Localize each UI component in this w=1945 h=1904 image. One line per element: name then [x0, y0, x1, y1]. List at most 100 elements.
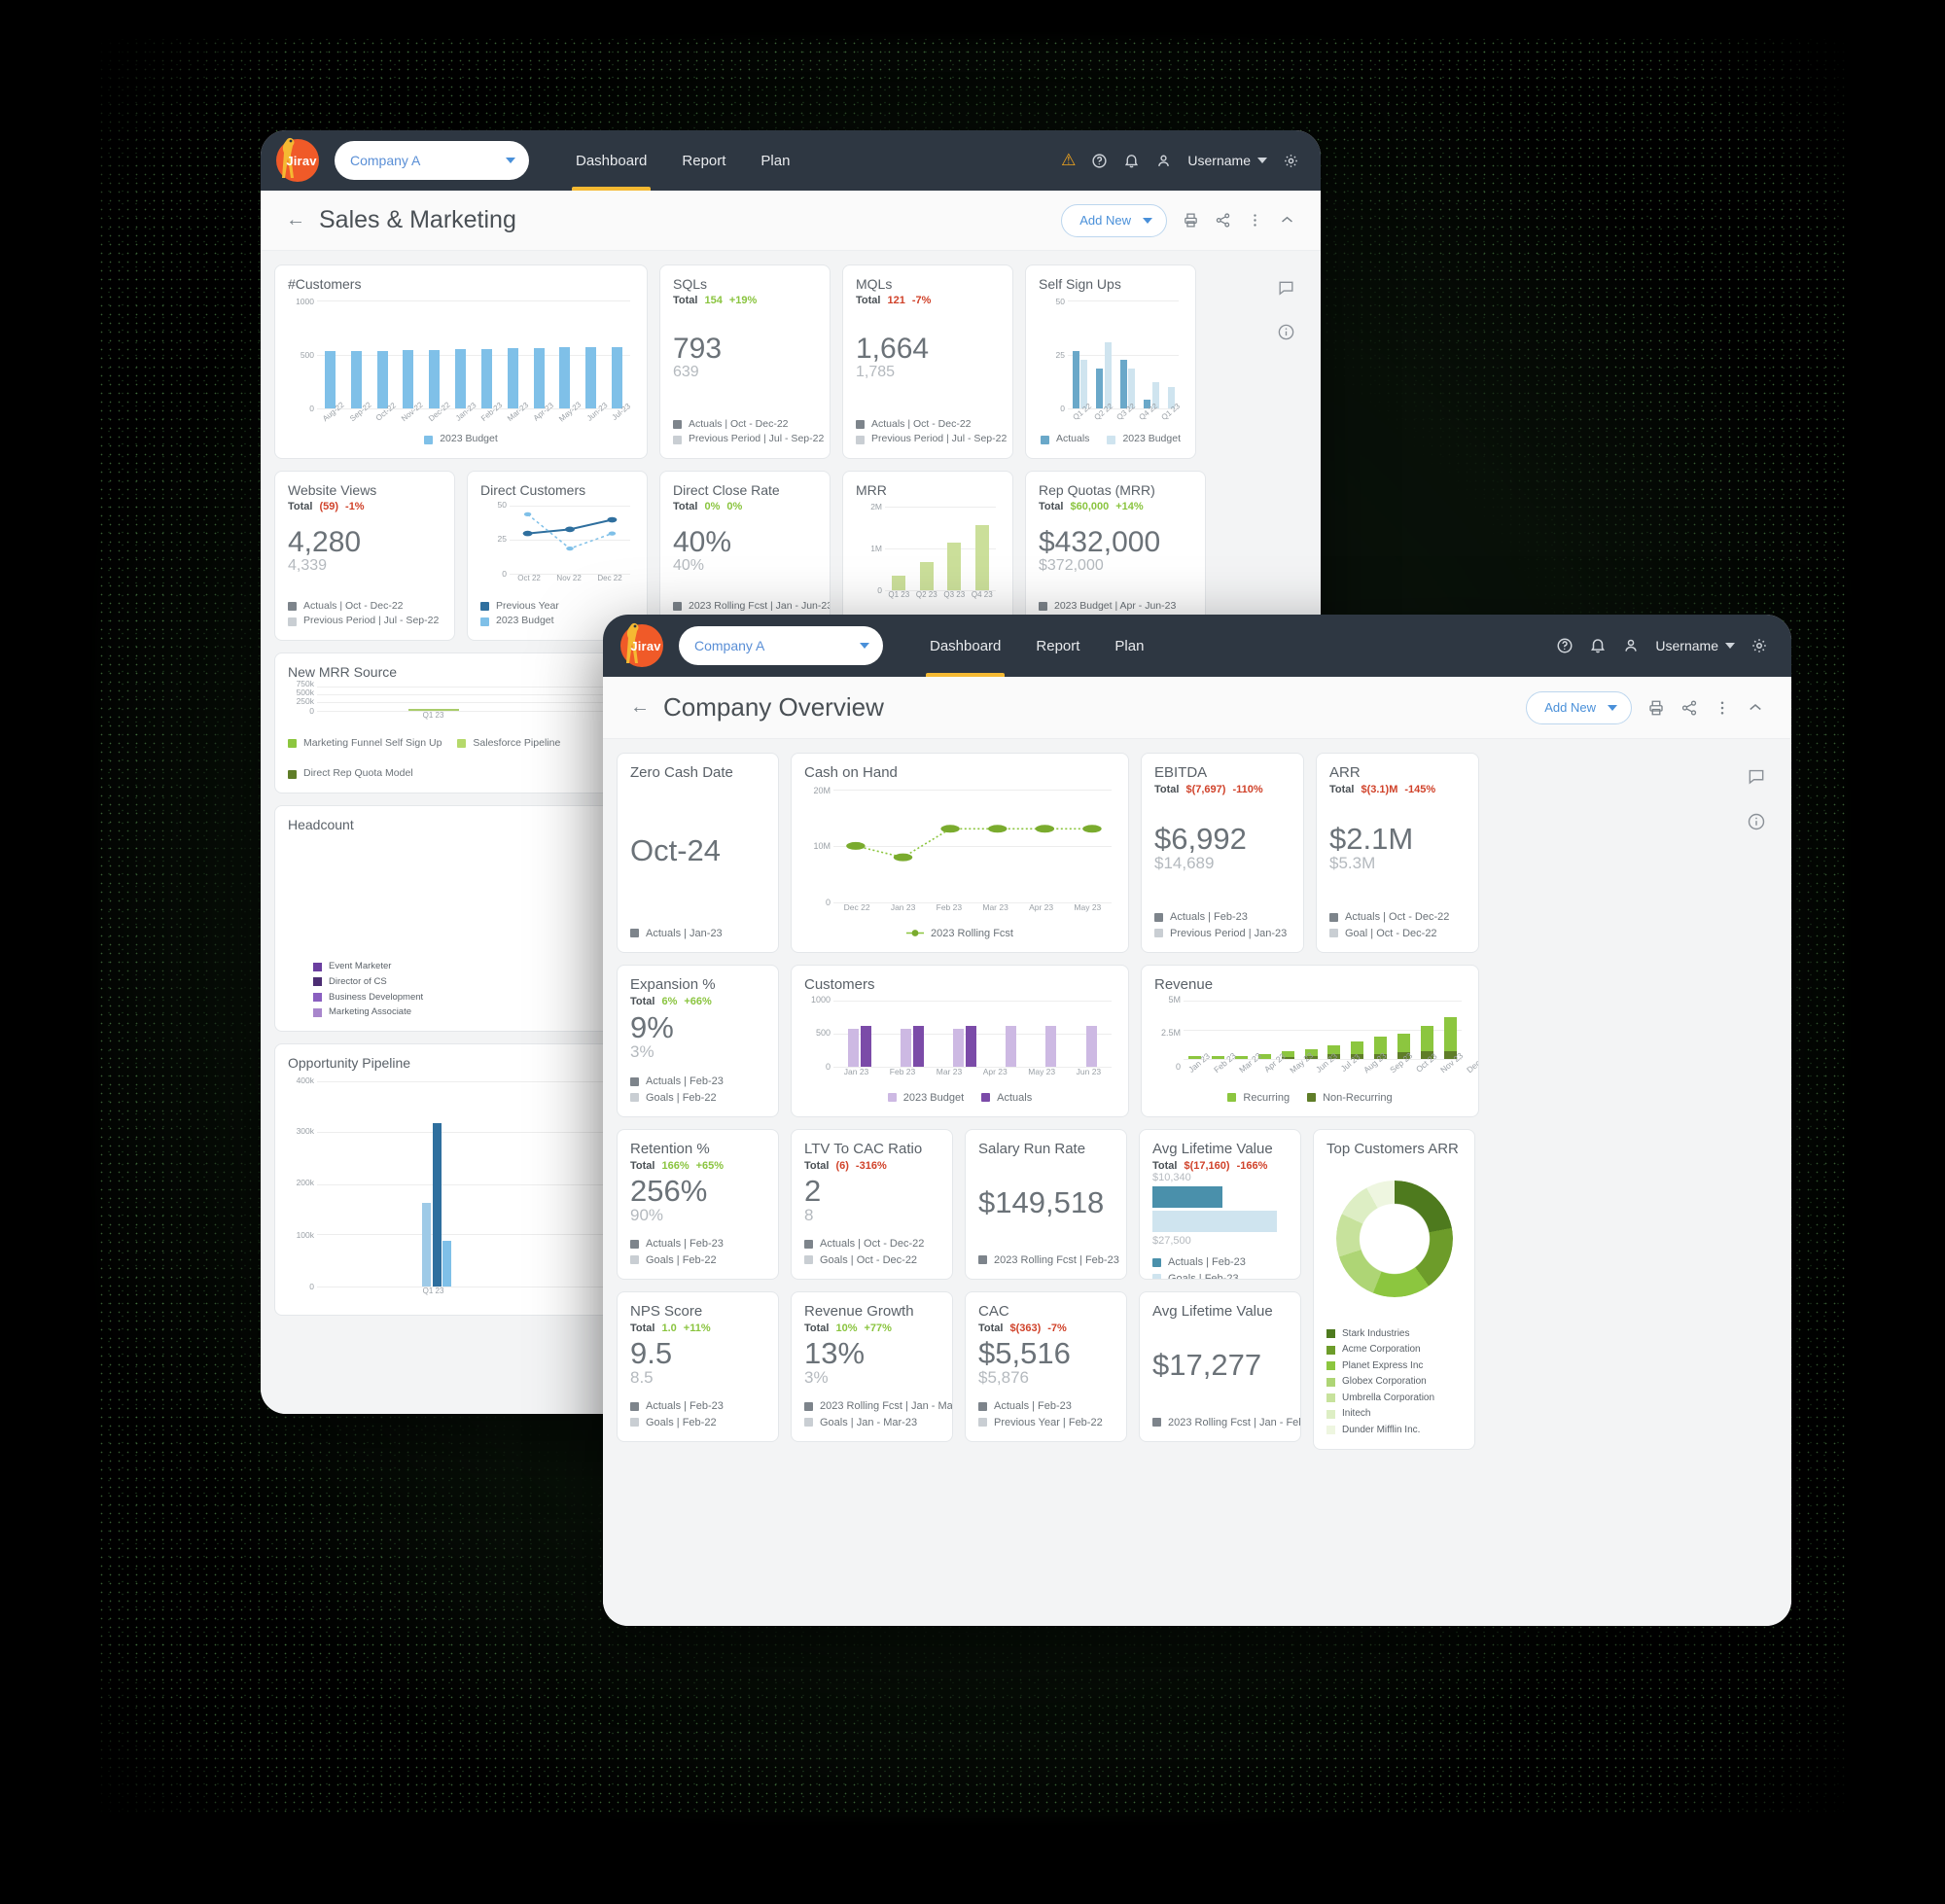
card-total-row: Total $60,000 +14%: [1039, 501, 1192, 512]
back-arrow-icon[interactable]: ←: [286, 209, 305, 231]
card-customers[interactable]: #Customers 1000 500 0 Aug-22 Sep-22 Oct-…: [274, 264, 648, 459]
total-value: $60,000: [1070, 501, 1110, 512]
collapse-icon[interactable]: [1747, 699, 1764, 717]
card-legends: Actuals | Feb-23 Previous Year | Feb-22: [978, 1398, 1114, 1430]
legend-item: Non-Recurring: [1307, 1090, 1393, 1107]
y-tick: 0: [825, 1061, 831, 1072]
card-value: $2.1M: [1329, 822, 1414, 856]
card-top-customers-arr[interactable]: Top Customers ARR Stark Industries Acme …: [1313, 1129, 1475, 1450]
card-value: 13%: [804, 1335, 866, 1370]
comment-icon[interactable]: [1747, 766, 1766, 791]
card-value: $432,000: [1039, 526, 1161, 559]
card-revenue[interactable]: Revenue 5M 2.5M 0 Jan 23 Feb 23 Mar 23 A…: [1141, 965, 1479, 1117]
add-new-button[interactable]: Add New: [1061, 203, 1167, 237]
total-label: Total: [630, 1322, 655, 1334]
add-new-label: Add New: [1544, 700, 1596, 715]
card-title: Cash on Hand: [804, 764, 898, 781]
card-title: Avg Lifetime Value: [1152, 1303, 1273, 1320]
print-icon[interactable]: [1647, 699, 1665, 717]
total-value: 6%: [661, 996, 678, 1007]
card-expansion[interactable]: Expansion % Total 6% +66% 9% 3% Actuals …: [617, 965, 779, 1117]
total-value: 121: [887, 295, 905, 306]
bell-icon[interactable]: [1123, 153, 1140, 169]
person-icon[interactable]: [1155, 153, 1172, 169]
total-delta: +65%: [695, 1160, 725, 1172]
tab-plan[interactable]: Plan: [1097, 615, 1161, 677]
card-retention[interactable]: Retention % Total 166% +65% 256% 90% Act…: [617, 1129, 779, 1280]
collapse-icon[interactable]: [1279, 212, 1295, 229]
card-total-row: Total 10% +77%: [804, 1322, 939, 1334]
card-arr[interactable]: ARR Total $(3.1)M -145% $2.1M $5.3M Actu…: [1316, 753, 1479, 953]
y-tick: 0: [309, 404, 314, 414]
bell-icon[interactable]: [1589, 637, 1607, 654]
card-cash-on-hand[interactable]: Cash on Hand 20M 10M 0 Dec 22 Jan 23 Feb…: [791, 753, 1129, 953]
card-mqls[interactable]: MQLs Total 121 -7% 1,664 1,785 Actuals |…: [842, 264, 1013, 459]
y-tick: 2.5M: [1160, 1028, 1181, 1039]
card-sqls[interactable]: SQLs Total 154 +19% 793 639 Actuals | Oc…: [659, 264, 831, 459]
legend-item: Salesforce Pipeline: [457, 736, 560, 752]
company-selector[interactable]: Company A: [335, 141, 529, 180]
plot-area: [1068, 299, 1179, 410]
card-title: Salary Run Rate: [978, 1141, 1086, 1157]
add-new-button[interactable]: Add New: [1526, 690, 1632, 724]
card-legends: Actuals | Feb-23 Goals | Feb-22: [630, 1074, 765, 1106]
print-icon[interactable]: [1183, 212, 1199, 229]
company-selector[interactable]: Company A: [679, 626, 883, 665]
back-arrow-icon[interactable]: ←: [630, 696, 650, 719]
card-value: $149,518: [978, 1184, 1105, 1219]
user-menu[interactable]: Username: [1187, 153, 1267, 168]
card-self-sign-ups[interactable]: Self Sign Ups 50 25 0 Q1 22 Q2 22 Q3 22 …: [1025, 264, 1196, 459]
tab-dashboard[interactable]: Dashboard: [912, 615, 1018, 677]
card-salary-run-rate[interactable]: Salary Run Rate $149,518 2023 Rolling Fc…: [965, 1129, 1127, 1280]
y-axis: 5M 2.5M 0: [1154, 995, 1184, 1071]
card-ltv-to-cac[interactable]: LTV To CAC Ratio Total (6) -316% 2 8 Act…: [791, 1129, 953, 1280]
legend-item: Dunder Mifflin Inc.: [1326, 1423, 1462, 1439]
tab-dashboard[interactable]: Dashboard: [558, 130, 664, 191]
card-zero-cash-date[interactable]: Zero Cash Date Oct-24 Actuals | Jan-23: [617, 753, 779, 953]
x-tick: Q1 23: [888, 590, 910, 600]
legend-item: Previous Period | Jul - Sep-22: [288, 614, 442, 629]
gear-icon[interactable]: [1283, 153, 1299, 169]
card-legends: 2023 Rolling Fcst | Jan - Mar-23 Goals |…: [804, 1398, 952, 1430]
card-cac[interactable]: CAC Total $(363) -7% $5,516 $5,876 Actua…: [965, 1291, 1127, 1442]
card-avg-lifetime-value[interactable]: Avg Lifetime Value $17,277 2023 Rolling …: [1139, 1291, 1301, 1442]
tab-report[interactable]: Report: [664, 130, 743, 191]
card-title: #Customers: [288, 276, 362, 292]
card-revenue-growth[interactable]: Revenue Growth Total 10% +77% 13% 3% 202…: [791, 1291, 953, 1442]
legend-item: Actuals | Feb-23: [978, 1398, 1114, 1415]
card-value: 4,280: [288, 526, 362, 559]
tab-plan[interactable]: Plan: [743, 130, 807, 191]
info-icon[interactable]: [1277, 323, 1295, 346]
x-tick: Apr 23: [1029, 901, 1054, 912]
card-title: MRR: [856, 482, 887, 498]
total-value: (59): [319, 501, 339, 512]
customers-bar-chart: 1000 500 0: [804, 995, 1115, 1084]
bar-series: [885, 505, 996, 591]
card-customers[interactable]: Customers 1000 500 0 Jan 23 Feb 23 Mar 2…: [791, 965, 1129, 1117]
help-icon[interactable]: [1556, 637, 1574, 654]
help-icon[interactable]: [1091, 153, 1108, 169]
comment-icon[interactable]: [1277, 278, 1295, 301]
card-ebitda[interactable]: EBITDA Total $(7,697) -110% $6,992 $14,6…: [1141, 753, 1304, 953]
jirav-logo[interactable]: Jirav: [276, 137, 319, 182]
x-tick: Apr 23: [982, 1066, 1008, 1076]
more-icon[interactable]: [1714, 699, 1731, 717]
more-icon[interactable]: [1247, 212, 1263, 229]
card-total-row: Total 121 -7%: [856, 295, 1000, 306]
person-icon[interactable]: [1622, 637, 1640, 654]
y-tick: 0: [1060, 404, 1065, 414]
card-nps-score[interactable]: NPS Score Total 1.0 +11% 9.5 8.5 Actuals…: [617, 1291, 779, 1442]
total-value: $(3.1)M: [1361, 784, 1398, 795]
username-label: Username: [1655, 638, 1718, 653]
jirav-logo[interactable]: Jirav: [620, 622, 663, 667]
share-icon[interactable]: [1215, 212, 1231, 229]
tab-report[interactable]: Report: [1018, 615, 1097, 677]
card-website-views[interactable]: Website Views Total (59) -1% 4,280 4,339…: [274, 471, 455, 641]
warning-icon[interactable]: ⚠: [1061, 151, 1076, 170]
user-menu[interactable]: Username: [1655, 638, 1735, 653]
share-icon[interactable]: [1680, 699, 1698, 717]
info-icon[interactable]: [1747, 812, 1766, 836]
card-avg-lifetime-value-bar[interactable]: Avg Lifetime Value Total $(17,160) -166%…: [1139, 1129, 1301, 1280]
total-label: Total: [630, 1160, 655, 1172]
gear-icon[interactable]: [1750, 637, 1768, 654]
